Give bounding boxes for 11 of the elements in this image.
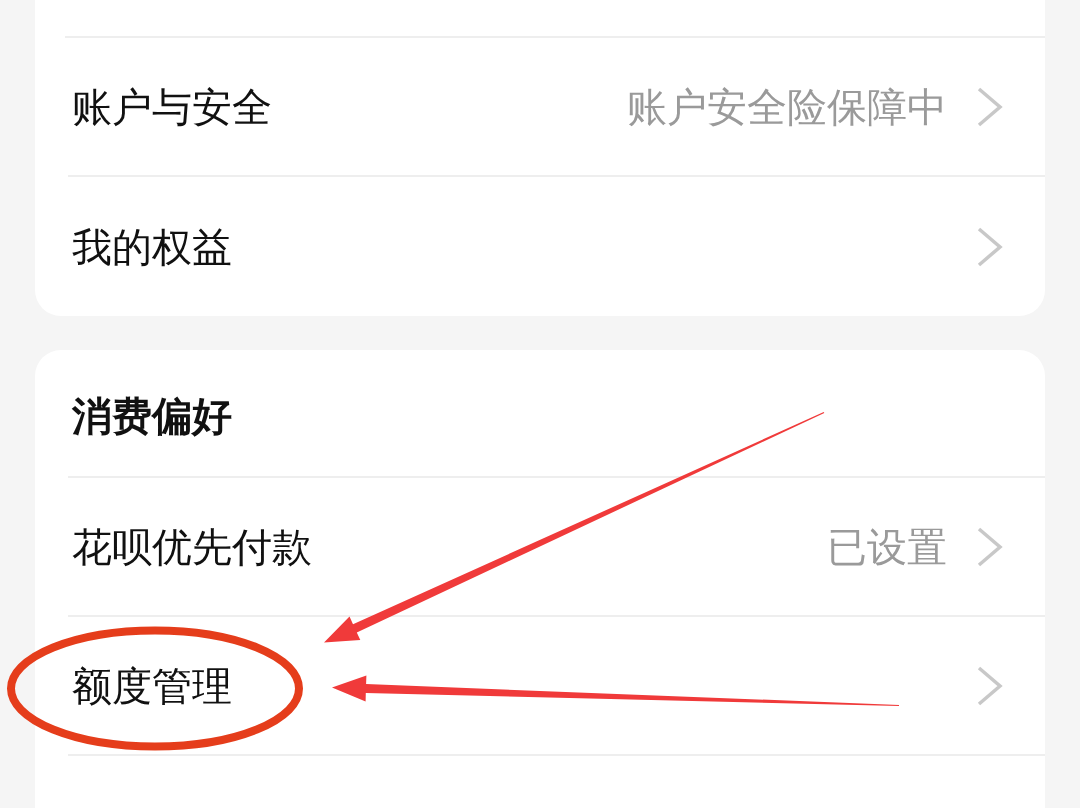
setting-label[interactable]: 我的权益 — [72, 222, 232, 271]
section-title: 消费偏好 — [72, 392, 232, 440]
setting-label[interactable]: 账户与安全 — [72, 82, 272, 131]
chevron-right-icon — [977, 226, 1003, 267]
setting-label[interactable]: 额度管理 — [72, 661, 232, 710]
chevron-right-icon — [977, 86, 1003, 127]
chevron-right-icon — [977, 665, 1003, 706]
setting-label[interactable]: 花呗优先付款 — [72, 522, 312, 571]
setting-value: 账户安全险保障中 — [627, 82, 947, 131]
chevron-right-icon — [977, 526, 1003, 567]
setting-value: 已设置 — [827, 522, 947, 571]
